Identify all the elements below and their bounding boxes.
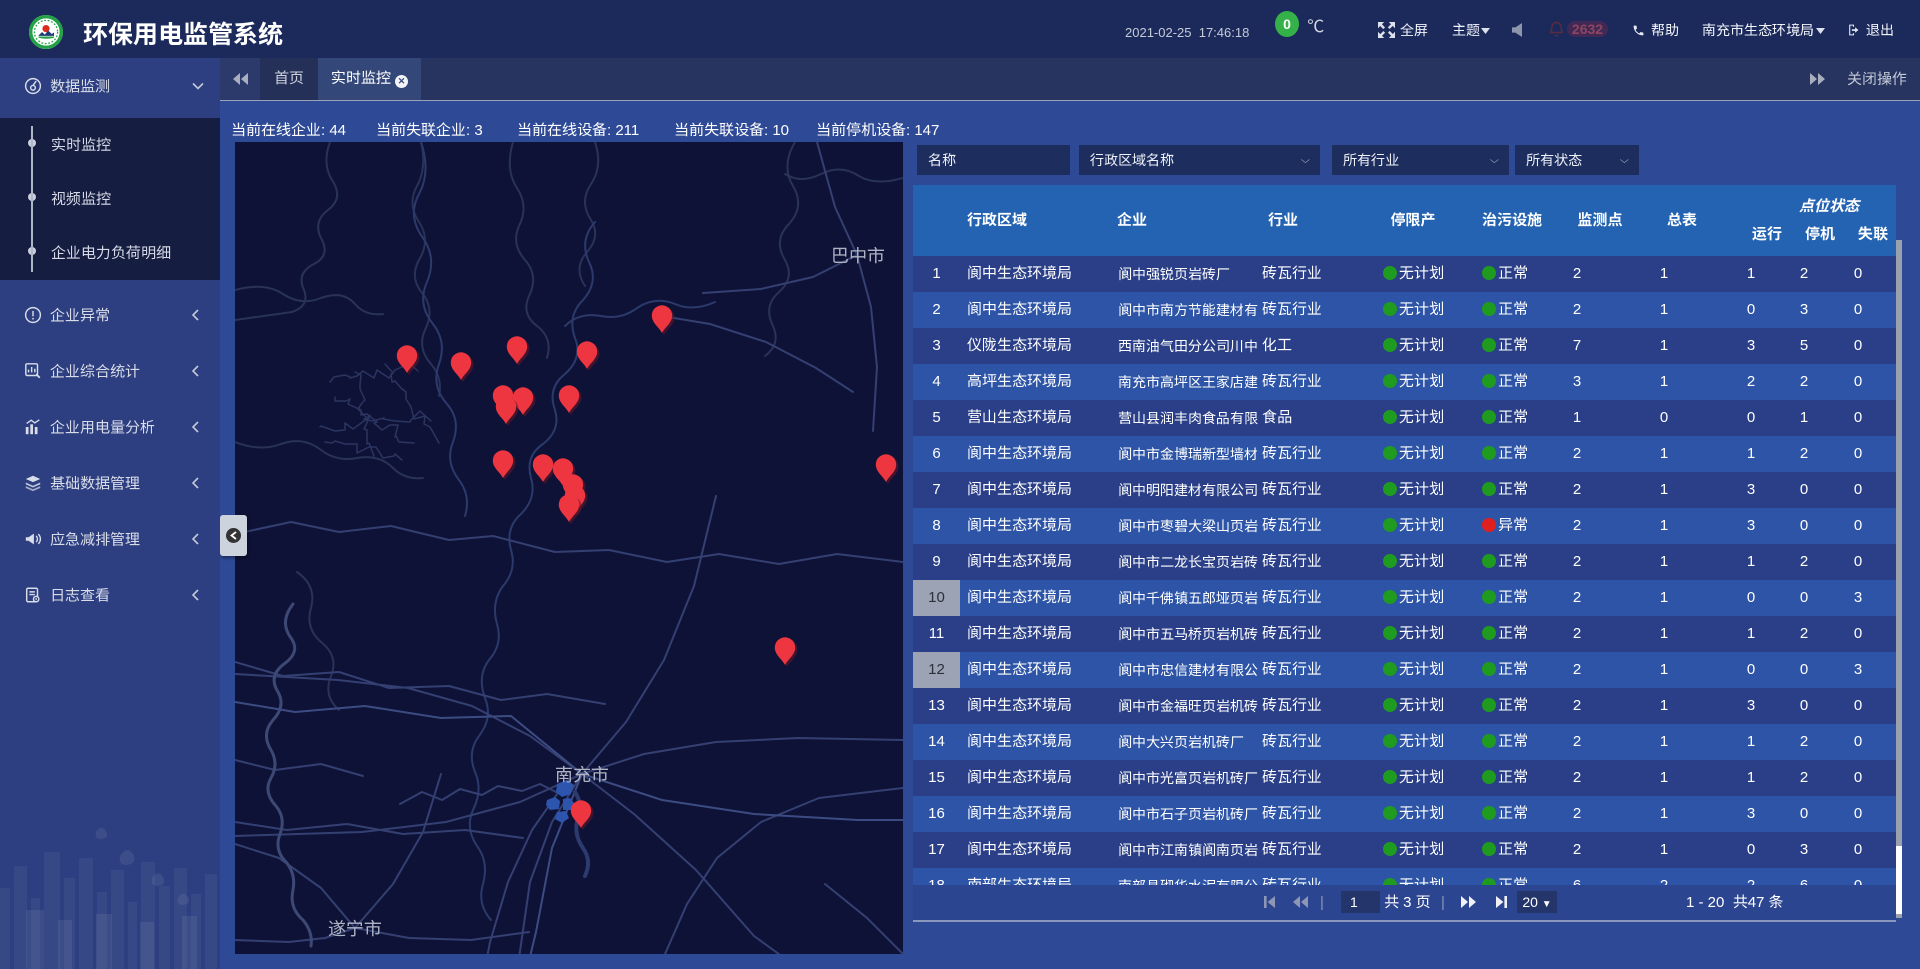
svg-text:遂宁市: 遂宁市 bbox=[328, 919, 382, 939]
svg-text:南充市: 南充市 bbox=[555, 765, 609, 785]
svg-text:巴中市: 巴中市 bbox=[831, 246, 885, 266]
